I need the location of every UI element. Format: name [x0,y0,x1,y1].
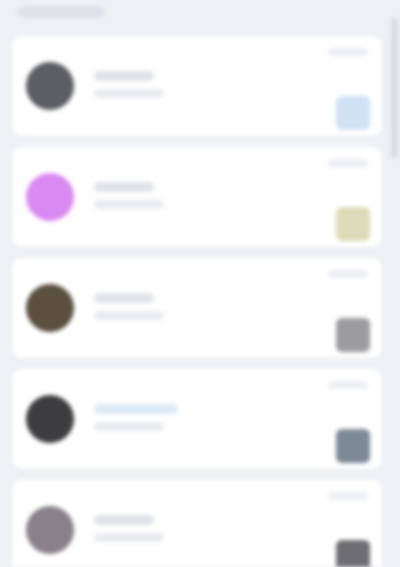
item-title [94,404,178,414]
list-item[interactable] [12,369,382,469]
item-thumbnail [336,207,370,241]
avatar [26,173,74,221]
item-title [94,71,154,81]
item-list [12,36,382,567]
item-subtitle [94,422,164,431]
item-title [94,515,154,525]
scrollbar[interactable] [391,18,398,158]
item-timestamp [328,48,368,56]
item-title [94,182,154,192]
item-subtitle [94,200,164,209]
item-timestamp [328,381,368,389]
item-thumbnail [336,96,370,130]
list-item[interactable] [12,480,382,567]
list-item[interactable] [12,147,382,247]
list-item[interactable] [12,36,382,136]
item-subtitle [94,89,164,98]
notification-list-screen [0,0,400,567]
list-item[interactable] [12,258,382,358]
item-thumbnail [336,318,370,352]
item-timestamp [328,492,368,500]
avatar [26,395,74,443]
item-timestamp [328,159,368,167]
item-subtitle [94,311,164,320]
item-thumbnail [336,540,370,567]
item-subtitle [94,533,164,542]
item-thumbnail [336,429,370,463]
item-timestamp [328,270,368,278]
item-title [94,293,154,303]
avatar [26,506,74,554]
avatar [26,284,74,332]
section-header [18,6,104,18]
avatar [26,62,74,110]
